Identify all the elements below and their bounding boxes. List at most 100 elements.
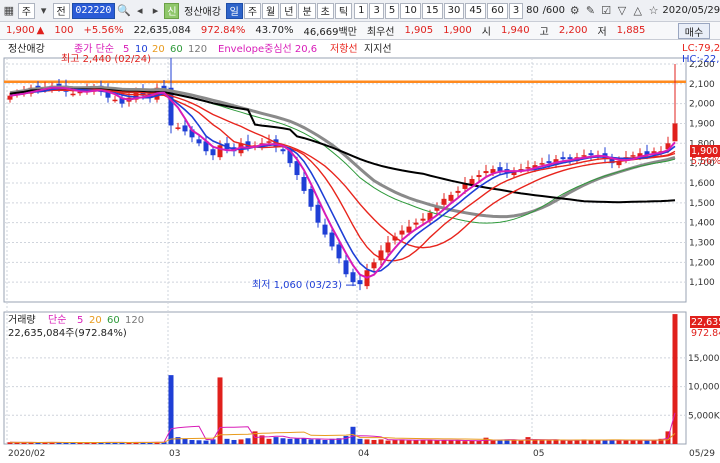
volume-bar xyxy=(567,440,573,444)
candle-body xyxy=(357,280,363,285)
vol-title: 거래량 xyxy=(8,314,36,326)
vol-ma120: 120 xyxy=(125,315,144,326)
prev-icon[interactable]: ◂ xyxy=(133,4,147,18)
candle-body xyxy=(413,222,419,225)
period-6[interactable]: 틱 xyxy=(334,2,353,19)
volume-bar xyxy=(266,438,272,444)
best-ask-label: 최우선 xyxy=(366,27,395,38)
star-icon[interactable]: ☆ xyxy=(647,4,661,18)
vol-ma-label: 단순 xyxy=(48,314,66,326)
vol-marker-pct: 972.84 xyxy=(691,328,720,339)
candle-body xyxy=(420,218,426,221)
candle-body xyxy=(182,125,188,132)
high-price: 2,200 xyxy=(558,25,588,36)
stock-code-input[interactable]: 022220 xyxy=(71,2,116,19)
candle-body xyxy=(217,145,223,158)
period-5[interactable]: 초 xyxy=(316,2,334,19)
candle-body xyxy=(385,242,391,253)
price-tick-label: 1,500 xyxy=(689,199,715,209)
volume-bar xyxy=(672,314,678,444)
low-label: 저 xyxy=(597,27,607,38)
count-value[interactable]: 80 xyxy=(525,3,540,19)
period-2[interactable]: 월 xyxy=(262,2,280,19)
volume-tick-label: 10,000 xyxy=(688,383,720,393)
legend-envelope: Envelope중심선 20,6 xyxy=(218,43,317,55)
volume-bar xyxy=(532,440,538,444)
candle-body xyxy=(280,149,286,152)
interval-5[interactable]: 30 xyxy=(443,2,465,19)
volume-ratio: 972.84% xyxy=(200,25,246,36)
candle-body xyxy=(322,224,328,235)
interval-1[interactable]: 3 xyxy=(369,2,384,19)
period-4[interactable]: 분 xyxy=(298,2,316,19)
interval-2[interactable]: 5 xyxy=(384,2,400,19)
settings-icon[interactable]: ⚙ xyxy=(568,4,582,18)
open-price: 1,940 xyxy=(500,25,530,36)
grid-icon[interactable]: ▦ xyxy=(2,4,16,18)
volume-bar xyxy=(637,440,643,444)
volume-bar xyxy=(231,439,237,444)
volume-bar xyxy=(546,440,552,444)
period-1[interactable]: 주 xyxy=(243,2,262,19)
period-0[interactable]: 일 xyxy=(225,2,243,19)
candle-body xyxy=(350,272,356,283)
buy-button[interactable]: 매수 xyxy=(678,23,710,39)
candle-body xyxy=(483,171,489,174)
vol-marker: 22,635 xyxy=(691,317,720,328)
period-3[interactable]: 년 xyxy=(280,2,298,19)
interval-0[interactable]: 1 xyxy=(354,2,369,19)
interval-8[interactable]: 3 xyxy=(508,2,524,19)
stock-chart[interactable]: 2,2002,1002,0001,9001,8001,7001,6001,500… xyxy=(0,40,720,460)
volume-bar xyxy=(287,438,293,444)
volume-bar xyxy=(406,440,412,444)
price-tick-label: 1,300 xyxy=(689,238,715,248)
edit-icon[interactable]: ✎ xyxy=(584,4,598,18)
volume-bar xyxy=(392,439,398,444)
legend-stock-name: 정산애강 xyxy=(8,43,45,55)
interval-7[interactable]: 60 xyxy=(487,2,508,19)
down-icon[interactable]: ▽ xyxy=(615,4,629,18)
candle-body xyxy=(343,260,349,275)
check-icon[interactable]: ☑ xyxy=(599,4,613,18)
up-icon[interactable]: △ xyxy=(631,4,645,18)
volume-bar xyxy=(455,440,461,444)
chevron-down-icon[interactable]: ▾ xyxy=(37,4,51,18)
volume-bar xyxy=(217,377,223,444)
next-icon[interactable]: ▸ xyxy=(149,4,163,18)
credit-badge: 신 xyxy=(164,2,180,19)
interval-6[interactable]: 45 xyxy=(465,2,487,19)
volume-bar xyxy=(623,440,629,444)
volume-bar xyxy=(420,440,426,444)
market-select[interactable]: 주 xyxy=(17,2,35,19)
volume-bar xyxy=(427,439,433,444)
best-ask: 1,905 xyxy=(404,25,434,36)
volume-bar xyxy=(280,438,286,444)
search-icon[interactable]: 🔍 xyxy=(117,4,131,18)
price-tick-label: 2,100 xyxy=(689,80,715,90)
volume-bar xyxy=(294,438,300,444)
candle-body xyxy=(266,141,272,143)
candle-body xyxy=(441,198,447,205)
price-tick-label: 2,000 xyxy=(689,100,715,110)
volume-bar xyxy=(196,440,202,444)
legend-ma120: 120 xyxy=(188,44,207,55)
exchange-select[interactable]: 전 xyxy=(52,2,70,19)
low-annotation: 최저 1,060 (03/23) xyxy=(252,279,342,291)
price-tick-label: 1,600 xyxy=(689,179,715,189)
volume-bar xyxy=(630,440,636,444)
candle-body xyxy=(336,244,342,259)
candle-body xyxy=(70,93,76,96)
volume-bar xyxy=(238,439,244,444)
volume-bar xyxy=(651,440,657,444)
candle-body xyxy=(210,149,216,156)
time-tick-label: 05 xyxy=(533,449,544,459)
volume-bar xyxy=(490,440,496,444)
interval-4[interactable]: 15 xyxy=(421,2,443,19)
interval-3[interactable]: 10 xyxy=(400,2,421,19)
turnover: 43.70% xyxy=(255,25,294,36)
count-total: /600 xyxy=(542,5,566,16)
candle-body xyxy=(196,139,202,144)
volume-bar xyxy=(385,440,391,444)
volume-bar xyxy=(224,438,230,444)
candle-body xyxy=(315,204,321,223)
